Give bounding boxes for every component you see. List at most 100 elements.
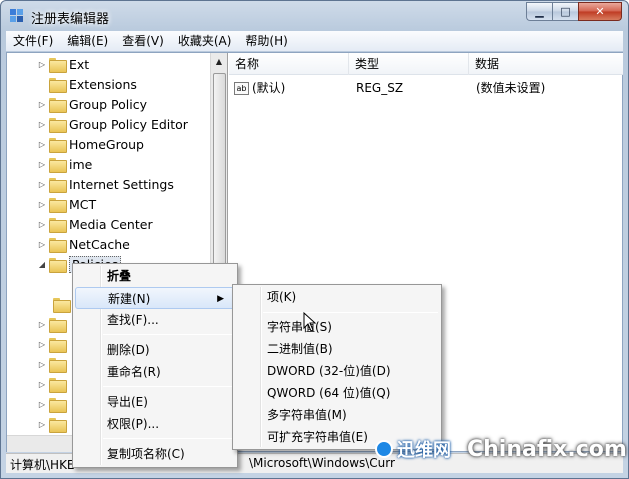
folder-icon: [49, 337, 67, 353]
expand-arrow-icon[interactable]: ▷: [37, 360, 47, 369]
watermark-cn: 迅维网: [397, 440, 451, 461]
tree-item-child[interactable]: ▷: [37, 314, 69, 334]
watermark-en: Chinafix.com: [467, 436, 627, 462]
menu-help[interactable]: 帮助(H): [238, 31, 294, 51]
context-menu: 折叠 新建(N) ▶ 查找(F)... 删除(D) 重命名(R) 导出(E) 权…: [72, 263, 238, 468]
column-header-name[interactable]: 名称: [229, 53, 349, 75]
expand-arrow-icon[interactable]: ▷: [37, 220, 47, 229]
menu-separator: [103, 334, 234, 335]
folder-icon: [49, 357, 67, 373]
expand-arrow-icon[interactable]: ▷: [37, 340, 47, 349]
tree-item-mct[interactable]: ▷ MCT: [37, 194, 96, 214]
watermark-logo-icon: [375, 440, 393, 458]
expand-arrow-icon[interactable]: ▷: [37, 180, 47, 189]
tree-item-child[interactable]: [51, 294, 73, 314]
scroll-thumb[interactable]: [213, 73, 226, 273]
tree-item-group-policy-editor[interactable]: ▷ Group Policy Editor: [37, 114, 188, 134]
close-button[interactable]: ✕: [578, 2, 622, 21]
menu-item-collapse[interactable]: 折叠: [75, 265, 235, 287]
maximize-button[interactable]: □: [552, 2, 578, 21]
column-header-data[interactable]: 数据: [469, 53, 623, 75]
expand-arrow-icon[interactable]: ▷: [37, 140, 47, 149]
folder-icon: [49, 257, 67, 273]
tree-item-child[interactable]: ▷: [37, 334, 69, 354]
status-path-end: \Microsoft\Windows\Curr: [249, 456, 395, 470]
menu-bar: 文件(F) 编辑(E) 查看(V) 收藏夹(A) 帮助(H): [6, 31, 623, 51]
folder-icon: [49, 157, 67, 173]
folder-icon: [49, 237, 67, 253]
menu-item-new-multi-string[interactable]: 多字符串值(M): [235, 404, 439, 426]
folder-icon: [49, 177, 67, 193]
window-title: 注册表编辑器: [31, 12, 110, 27]
tree-item-media-center[interactable]: ▷ Media Center: [37, 214, 153, 234]
menu-view[interactable]: 查看(V): [115, 31, 171, 51]
folder-icon: [49, 377, 67, 393]
menu-favorites[interactable]: 收藏夹(A): [171, 31, 239, 51]
title-bar[interactable]: 注册表编辑器 ▁ □ ✕: [1, 1, 628, 31]
tree-item-group-policy[interactable]: ▷ Group Policy: [37, 94, 147, 114]
folder-icon: [49, 317, 67, 333]
tree-item-extensions[interactable]: Extensions: [37, 74, 137, 94]
watermark: 迅维网 Chinafix.com: [375, 436, 627, 462]
minimize-icon: ▁: [535, 5, 544, 18]
menu-item-new-key[interactable]: 项(K): [235, 286, 439, 308]
menu-item-new[interactable]: 新建(N) ▶: [75, 287, 235, 309]
new-submenu: 项(K) 字符串值(S) 二进制值(B) DWORD (32-位)值(D) QW…: [232, 284, 442, 450]
menu-item-copy-key-name[interactable]: 复制项名称(C): [75, 443, 235, 465]
menu-edit[interactable]: 编辑(E): [60, 31, 115, 51]
tree-item-netcache[interactable]: ▷ NetCache: [37, 234, 130, 254]
maximize-icon: □: [560, 5, 571, 18]
menu-separator: [103, 386, 234, 387]
menu-item-export[interactable]: 导出(E): [75, 391, 235, 413]
tree-item-homegroup[interactable]: ▷ HomeGroup: [37, 134, 144, 154]
value-data: (数值未设置): [476, 81, 546, 95]
collapse-arrow-icon[interactable]: ◢: [37, 260, 47, 269]
registry-editor-icon: [10, 9, 23, 22]
menu-item-delete[interactable]: 删除(D): [75, 339, 235, 361]
tree-item-ime[interactable]: ▷ ime: [37, 154, 92, 174]
scroll-up-icon[interactable]: ▲: [211, 53, 227, 70]
menu-file[interactable]: 文件(F): [6, 31, 60, 51]
expand-arrow-icon[interactable]: ▷: [37, 400, 47, 409]
folder-icon: [49, 97, 67, 113]
menu-item-new-binary[interactable]: 二进制值(B): [235, 338, 439, 360]
folder-icon: [49, 197, 67, 213]
expand-arrow-icon[interactable]: ▷: [37, 240, 47, 249]
list-row[interactable]: ab (默认) REG_SZ (数值未设置): [229, 77, 623, 99]
menu-separator: [263, 312, 438, 313]
menu-item-permissions[interactable]: 权限(P)...: [75, 413, 235, 435]
value-name: (默认): [252, 81, 286, 95]
folder-icon: [49, 57, 67, 73]
tree-item-child[interactable]: ▷: [37, 374, 69, 394]
list-header: 名称 类型 数据: [229, 53, 623, 75]
expand-arrow-icon[interactable]: ▷: [37, 60, 47, 69]
tree-item-ext[interactable]: ▷ Ext: [37, 54, 89, 74]
value-type: REG_SZ: [356, 81, 404, 95]
expand-arrow-icon[interactable]: ▷: [37, 320, 47, 329]
menu-item-new-dword[interactable]: DWORD (32-位)值(D): [235, 360, 439, 382]
tree-item-child[interactable]: ▷: [37, 394, 69, 414]
folder-icon: [49, 77, 67, 93]
expand-arrow-icon[interactable]: ▷: [37, 380, 47, 389]
tree-item-child[interactable]: ▷: [37, 414, 69, 434]
mouse-cursor-icon: [303, 312, 317, 332]
menu-item-new-qword[interactable]: QWORD (64 位)值(Q): [235, 382, 439, 404]
menu-item-rename[interactable]: 重命名(R): [75, 361, 235, 383]
tree-item-internet-settings[interactable]: ▷ Internet Settings: [37, 174, 174, 194]
column-header-type[interactable]: 类型: [349, 53, 469, 75]
submenu-arrow-icon: ▶: [217, 294, 224, 304]
expand-arrow-icon[interactable]: ▷: [37, 160, 47, 169]
expand-arrow-icon[interactable]: ▷: [37, 420, 47, 429]
expand-arrow-icon[interactable]: ▷: [37, 120, 47, 129]
folder-icon: [49, 417, 67, 433]
minimize-button[interactable]: ▁: [526, 2, 552, 21]
folder-icon: [49, 217, 67, 233]
expand-arrow-icon[interactable]: ▷: [37, 100, 47, 109]
menu-separator: [103, 438, 234, 439]
menu-item-new-string[interactable]: 字符串值(S): [235, 316, 439, 338]
folder-icon: [49, 397, 67, 413]
tree-item-child[interactable]: ▷: [37, 354, 69, 374]
expand-arrow-icon[interactable]: ▷: [37, 200, 47, 209]
status-path-start: 计算机\HKE: [10, 458, 75, 472]
menu-item-find[interactable]: 查找(F)...: [75, 309, 235, 331]
